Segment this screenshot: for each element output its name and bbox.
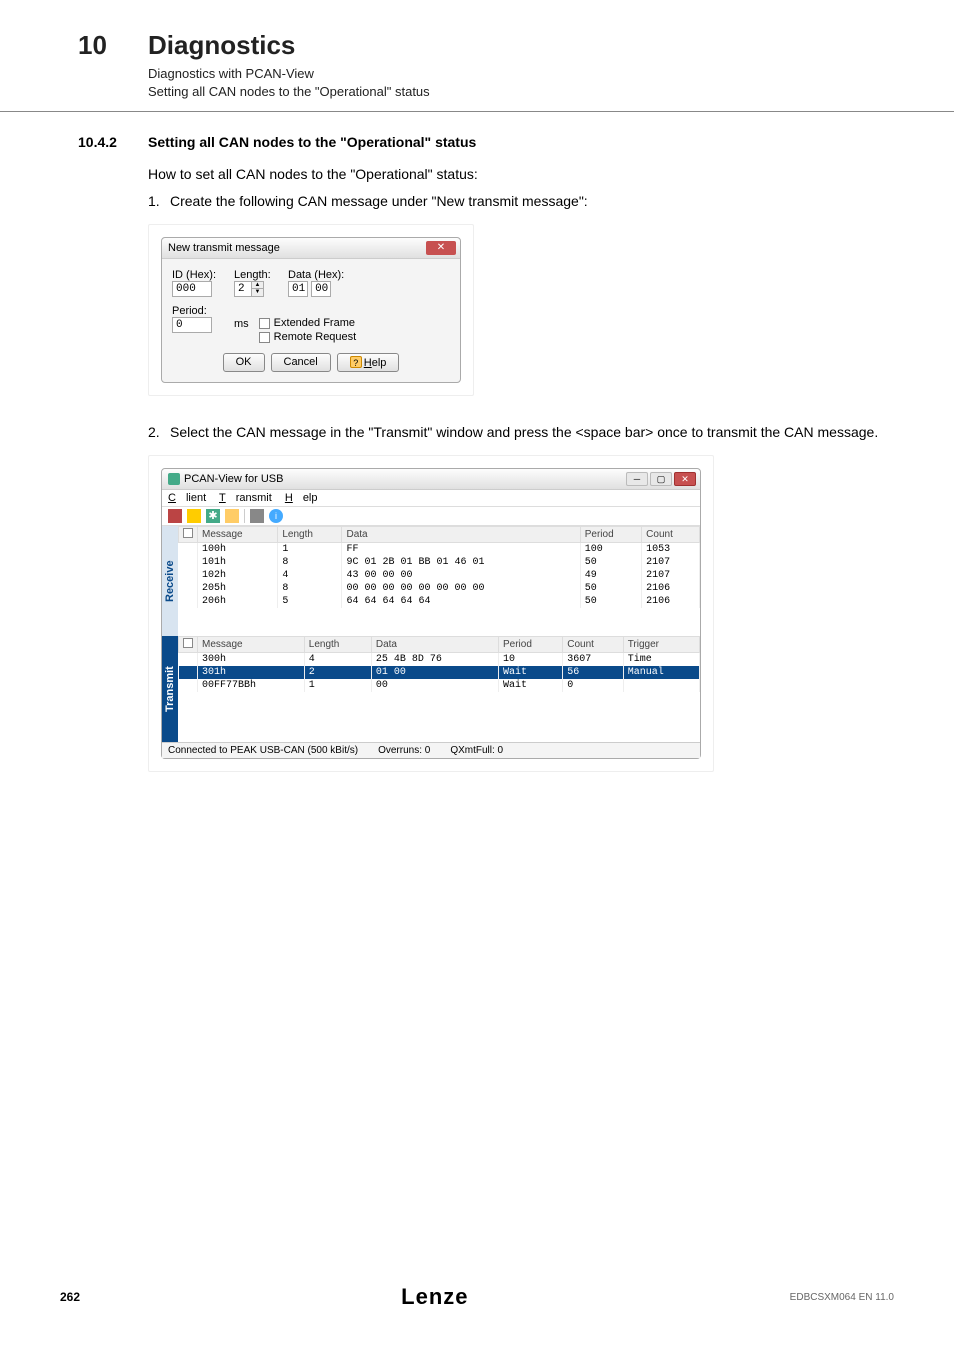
new-transmit-dialog: New transmit message ✕ ID (Hex): 000 Len… [161,237,461,383]
help-icon: ? [350,356,362,368]
close-button[interactable]: ✕ [426,241,456,255]
remote-request-checkbox[interactable] [259,332,270,343]
window-title: PCAN-View for USB [184,473,283,485]
data-byte-input[interactable]: 00 [311,281,331,297]
status-bar: Connected to PEAK USB-CAN (500 kBit/s) O… [162,742,700,758]
header-icon [183,638,193,648]
close-button[interactable]: ✕ [674,472,696,486]
chapter-title: Diagnostics [148,30,295,61]
status-overruns: Overruns: 0 [378,745,430,756]
spin-up-icon[interactable]: ▲ [252,282,263,289]
length-spinner[interactable]: 2 ▲▼ [234,281,264,297]
window-titlebar: PCAN-View for USB ─ ▢ ✕ [162,469,700,490]
toolbar-new-icon[interactable]: ✱ [206,509,220,523]
extended-frame-checkbox[interactable] [259,318,270,329]
transmit-tab: Transmit [162,636,178,742]
toolbar-connect-icon[interactable] [168,509,182,523]
col-count[interactable]: Count [563,637,623,653]
chapter-number: 10 [78,30,148,61]
screenshot-frame-2: PCAN-View for USB ─ ▢ ✕ Client Transmit … [148,455,714,772]
breadcrumb-sub2: Setting all CAN nodes to the "Operationa… [148,83,954,101]
col-message[interactable]: Message [198,527,278,543]
section-intro: How to set all CAN nodes to the "Operati… [148,164,954,185]
id-label: ID (Hex): [172,269,224,281]
receive-table: Message Length Data Period Count 100h1FF… [178,526,700,608]
minimize-button[interactable]: ─ [626,472,648,486]
transmit-table: Message Length Data Period Count Trigger… [178,636,700,692]
length-label: Length: [234,269,278,281]
step-number: 2. [148,422,170,443]
id-input[interactable]: 000 [172,281,212,297]
col-message[interactable]: Message [198,637,305,653]
extended-frame-label: Extended Frame [274,317,355,329]
toolbar-print-icon[interactable] [250,509,264,523]
dialog-title: New transmit message [168,242,280,254]
step-text: Create the following CAN message under "… [170,191,588,212]
dialog-titlebar: New transmit message ✕ [162,238,460,259]
menu-help[interactable]: Help [285,492,318,504]
toolbar: ✱ i [162,507,700,526]
col-length[interactable]: Length [304,637,371,653]
col-period[interactable]: Period [498,637,562,653]
spin-down-icon[interactable]: ▼ [252,289,263,296]
document-id: EDBCSXM064 EN 11.0 [790,1292,894,1303]
period-unit: ms [234,305,249,330]
step-text: Select the CAN message in the "Transmit"… [170,422,878,443]
toolbar-info-icon[interactable]: i [269,509,283,523]
data-byte-input[interactable]: 01 [288,281,308,297]
period-input[interactable]: 0 [172,317,212,333]
footer-logo: Lenze [401,1284,468,1310]
data-label: Data (Hex): [288,269,344,281]
col-period[interactable]: Period [580,527,641,543]
receive-panel: Receive Message Length Data Period Count… [162,526,700,636]
section-title: Setting all CAN nodes to the "Operationa… [148,134,476,150]
app-icon [168,473,180,485]
table-row[interactable]: 100h1FF1001053 [179,543,700,557]
ok-button[interactable]: OK [223,353,265,372]
menu-transmit[interactable]: Transmit [219,492,272,504]
length-value[interactable]: 2 [234,281,252,297]
help-button[interactable]: ?HHelpelp [337,353,400,372]
receive-tab: Receive [162,526,178,636]
page-number: 262 [60,1290,80,1304]
pcan-view-window: PCAN-View for USB ─ ▢ ✕ Client Transmit … [161,468,701,759]
table-row[interactable]: 301h201 00Wait56Manual [179,666,700,679]
table-row[interactable]: 205h800 00 00 00 00 00 00 00502106 [179,582,700,595]
maximize-button[interactable]: ▢ [650,472,672,486]
col-count[interactable]: Count [642,527,700,543]
screenshot-frame-1: New transmit message ✕ ID (Hex): 000 Len… [148,224,474,396]
table-row[interactable]: 00FF77BBh100Wait0 [179,679,700,692]
breadcrumb-sub1: Diagnostics with PCAN-View [148,65,954,83]
col-data[interactable]: Data [371,637,498,653]
remote-request-label: Remote Request [274,331,357,343]
col-trigger[interactable]: Trigger [623,637,699,653]
menu-client[interactable]: Client [168,492,206,504]
page-footer: 262 Lenze EDBCSXM064 EN 11.0 [0,1284,954,1310]
status-qxmt: QXmtFull: 0 [450,745,503,756]
table-row[interactable]: 300h425 4B 8D 76103607Time [179,653,700,667]
toolbar-reset-icon[interactable] [187,509,201,523]
menu-bar: Client Transmit Help [162,490,700,507]
toolbar-folder-icon[interactable] [225,509,239,523]
table-row[interactable]: 206h564 64 64 64 64502106 [179,595,700,608]
transmit-panel: Transmit Message Length Data Period Coun… [162,636,700,742]
col-data[interactable]: Data [342,527,580,543]
step-number: 1. [148,191,170,212]
table-row[interactable]: 101h89C 01 2B 01 BB 01 46 01502107 [179,556,700,569]
cancel-button[interactable]: Cancel [271,353,331,372]
header-icon [183,528,193,538]
col-length[interactable]: Length [278,527,342,543]
table-row[interactable]: 102h443 00 00 00492107 [179,569,700,582]
section-number: 10.4.2 [78,134,148,150]
period-label: Period: [172,305,224,317]
status-connection: Connected to PEAK USB-CAN (500 kBit/s) [168,745,358,756]
